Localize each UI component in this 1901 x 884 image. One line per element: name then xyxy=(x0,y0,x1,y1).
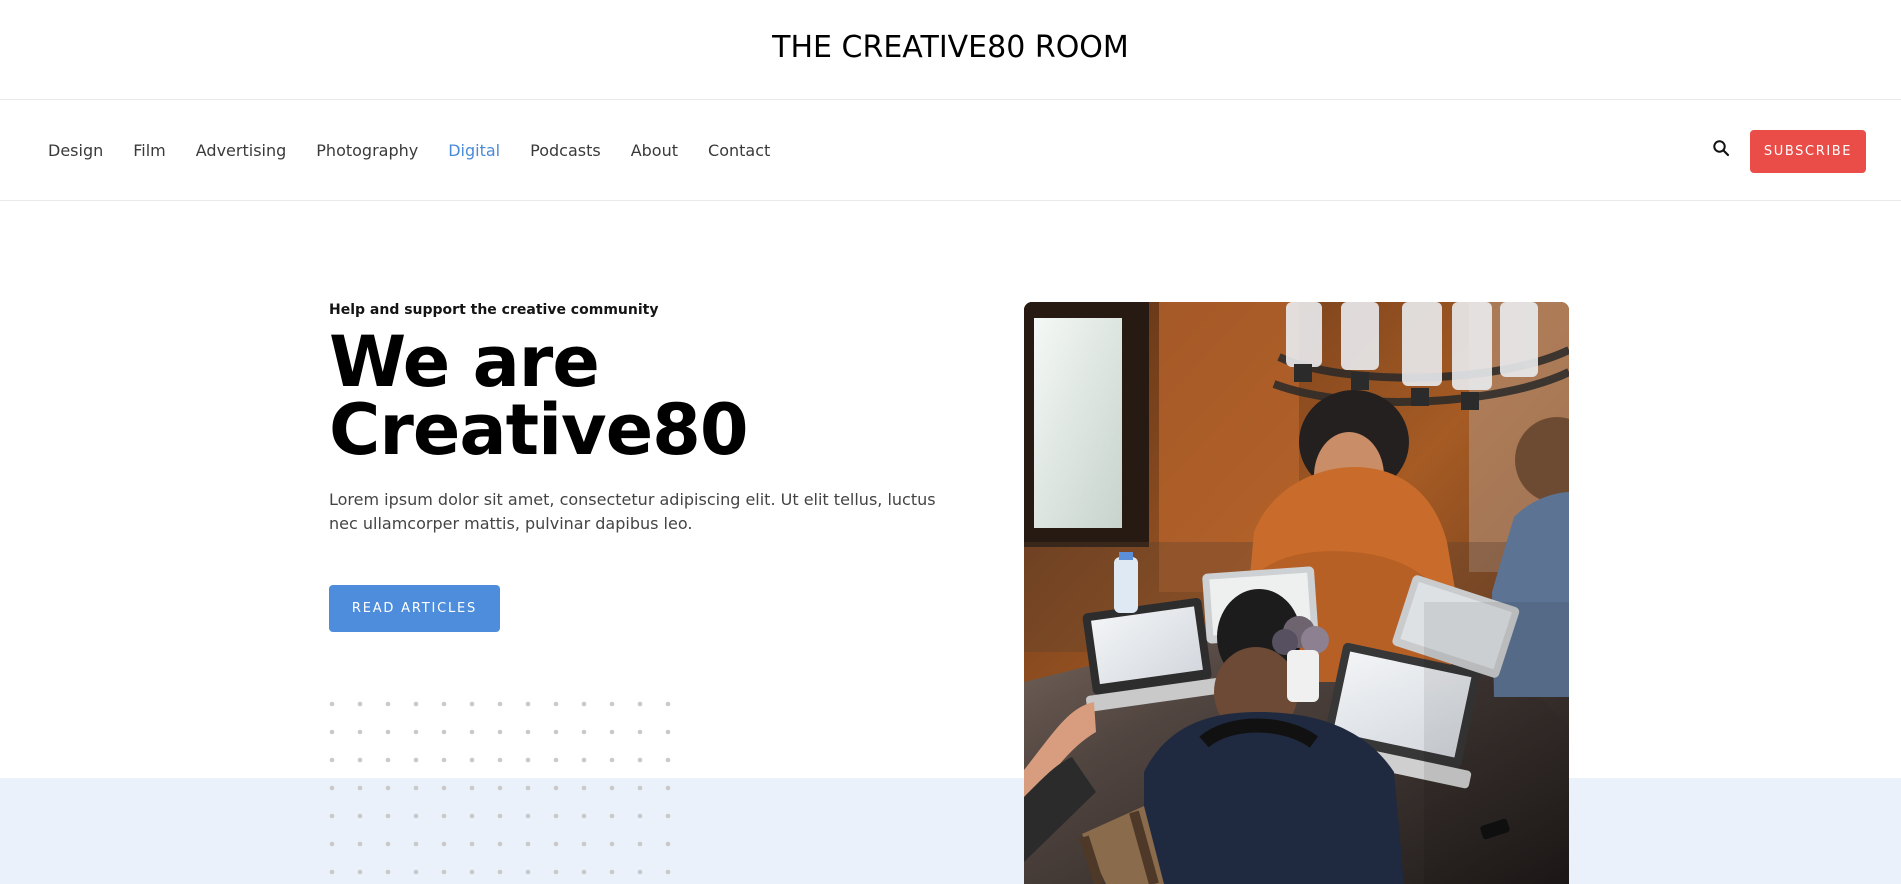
nav-item-contact[interactable]: Contact xyxy=(708,139,770,163)
nav-item-film[interactable]: Film xyxy=(133,139,166,163)
hero-copy-area: Help and support the creative community … xyxy=(329,300,949,536)
nav-menu: Design Film Advertising Photography Digi… xyxy=(48,139,770,163)
nav-item-podcasts[interactable]: Podcasts xyxy=(530,139,601,163)
nav-item-about[interactable]: About xyxy=(631,139,678,163)
read-articles-button[interactable]: READ ARTICLES xyxy=(329,585,500,632)
search-icon[interactable] xyxy=(1710,137,1734,161)
hero-eyebrow: Help and support the creative community xyxy=(329,302,659,318)
subscribe-button[interactable]: SUBSCRIBE xyxy=(1750,130,1866,173)
site-header: THE CREATIVE80 ROOM xyxy=(0,0,1901,100)
nav-item-digital[interactable]: Digital xyxy=(448,139,500,163)
team-laptops-illustration xyxy=(1024,302,1569,884)
hero-team-photo xyxy=(1024,302,1569,884)
hero-background-band xyxy=(0,778,1901,884)
hero-title: We are Creative80 xyxy=(329,327,949,465)
search-icon-svg xyxy=(1713,140,1730,157)
hero-title-line-2: Creative80 xyxy=(329,389,749,471)
nav-item-design[interactable]: Design xyxy=(48,139,103,163)
nav-item-advertising[interactable]: Advertising xyxy=(196,139,287,163)
nav-item-photography[interactable]: Photography xyxy=(316,139,418,163)
hero-description: Lorem ipsum dolor sit amet, consectetur … xyxy=(329,490,936,533)
site-title[interactable]: THE CREATIVE80 ROOM xyxy=(0,30,1901,65)
decorative-dot-grid xyxy=(329,701,671,875)
main-navigation: Design Film Advertising Photography Digi… xyxy=(0,100,1901,201)
